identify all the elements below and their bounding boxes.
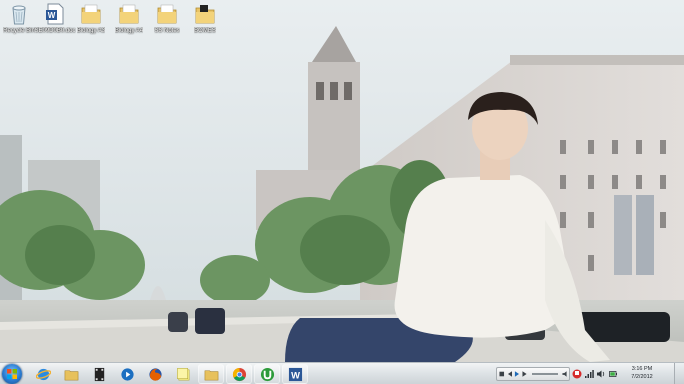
folder-icon <box>195 5 215 24</box>
play-icon[interactable] <box>514 370 520 378</box>
stop-icon[interactable] <box>499 370 505 378</box>
firefox-icon <box>148 367 162 381</box>
network-icon[interactable] <box>584 369 594 379</box>
media-seek-bar[interactable] <box>532 373 558 375</box>
desktop-icon-label: BOMES <box>194 28 216 34</box>
desktop-wallpaper <box>0 0 684 362</box>
desktop-icon-ss-notes[interactable]: SS Notes <box>148 2 186 38</box>
flag-icon[interactable] <box>572 369 582 379</box>
utorrent-icon <box>260 367 274 381</box>
taskbar: W 3:16 PM 7/2/2012 <box>0 362 684 384</box>
internet-explorer-icon <box>35 368 51 380</box>
desktop-icon-label: Biology A4 <box>114 28 144 34</box>
desktop-icon-recycle-bin[interactable]: Recycle Bin <box>0 2 38 38</box>
desktop-icon-word-document[interactable]: W SE09D0B0.doc <box>34 2 76 38</box>
desktop-icon-label: Recycle Bin <box>3 28 35 34</box>
media-player-icon <box>120 367 134 381</box>
chrome-icon <box>232 367 246 381</box>
speaker-icon[interactable] <box>562 370 569 378</box>
folder-icon <box>64 369 78 380</box>
power-icon[interactable] <box>608 369 618 379</box>
svg-text:W: W <box>291 370 300 380</box>
taskbar-file-explorer[interactable] <box>58 364 84 384</box>
taskbar-utorrent[interactable] <box>254 364 280 384</box>
system-tray <box>572 366 618 382</box>
start-button[interactable] <box>2 364 22 384</box>
taskbar-firefox[interactable] <box>142 364 168 384</box>
recycle-bin-icon <box>12 5 26 25</box>
desktop-icon-biology-a4[interactable]: Biology A4 <box>110 2 148 38</box>
notes-icon <box>176 367 189 380</box>
clock-time: 3:16 PM <box>631 366 653 372</box>
taskbar-explorer-open[interactable] <box>198 364 224 384</box>
taskbar-sticky-notes[interactable] <box>170 364 196 384</box>
word-icon: W <box>288 367 302 381</box>
folder-icon <box>204 369 218 380</box>
windows-start-icon <box>7 369 17 379</box>
taskbar-word[interactable]: W <box>282 364 308 384</box>
media-film-icon <box>94 367 104 381</box>
taskbar-media-center[interactable] <box>86 364 112 384</box>
desktop-icon-biology-a3[interactable]: Biology A3 <box>72 2 110 38</box>
taskbar-clock[interactable]: 3:16 PM 7/2/2012 <box>622 365 662 381</box>
previous-icon[interactable] <box>507 370 513 378</box>
show-desktop-button[interactable] <box>674 363 684 384</box>
desktop-icon-label: SE09D0B0.doc <box>34 28 76 34</box>
folder-icon <box>157 4 177 24</box>
word-document-icon: W <box>46 3 64 25</box>
taskbar-chrome[interactable] <box>226 364 252 384</box>
desktop-icon-label: SS Notes <box>154 28 180 34</box>
media-player-toolbar <box>496 367 570 381</box>
taskbar-windows-media-player[interactable] <box>114 364 140 384</box>
next-icon[interactable] <box>521 370 528 378</box>
clock-date: 7/2/2012 <box>631 374 653 380</box>
svg-text:W: W <box>48 11 56 20</box>
desktop-icon-label: Biology A3 <box>76 28 106 34</box>
folder-icon <box>81 4 101 24</box>
desktop-icon-bomes[interactable]: BOMES <box>186 2 224 38</box>
folder-icon <box>119 4 139 24</box>
volume-icon[interactable] <box>596 369 606 379</box>
taskbar-internet-explorer[interactable] <box>30 364 56 384</box>
